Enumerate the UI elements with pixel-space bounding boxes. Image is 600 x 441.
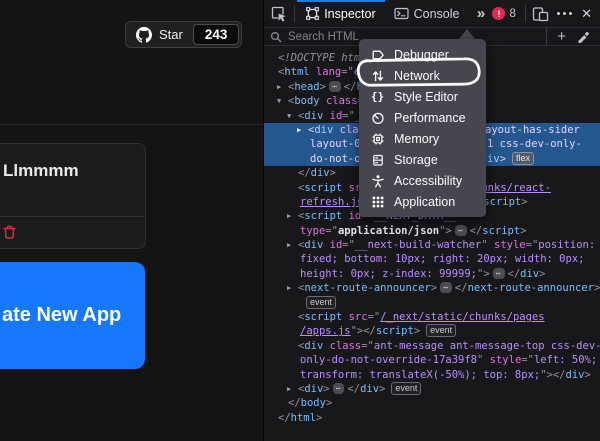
expand-arrow-icon[interactable]: ▶ — [297, 123, 301, 137]
menu-item-debugger[interactable]: Debugger — [359, 44, 486, 65]
search-icon — [270, 31, 282, 43]
expand-arrow-icon[interactable]: ▼ — [287, 109, 291, 123]
markup-node-line[interactable]: ▶<div id="__next-build-watcher" style="p… — [264, 238, 600, 252]
github-star-label: Star — [159, 27, 183, 42]
markup-node-line[interactable]: only-do-not-override-17a39f8" style="lef… — [264, 353, 600, 367]
close-devtools-icon[interactable]: ✕ — [576, 6, 600, 22]
add-node-button[interactable]: + — [550, 29, 573, 44]
app-card-footer — [0, 216, 145, 247]
menu-item-memory[interactable]: Memory — [359, 128, 486, 149]
pick-element-icon[interactable] — [267, 2, 291, 26]
inspector-icon — [306, 7, 319, 20]
app-card-title: Llmmmm — [0, 144, 145, 216]
menu-item-style-editor[interactable]: {} Style Editor — [359, 86, 486, 107]
menu-item-storage[interactable]: Storage — [359, 149, 486, 170]
error-count-badge[interactable]: ! 8 — [492, 7, 515, 20]
app-card: Llmmmm — [0, 143, 146, 249]
devtools-menu-icon[interactable] — [552, 2, 576, 26]
markup-node-line[interactable]: <script src="/_next/static/chunks/pages — [264, 310, 600, 324]
expand-arrow-icon[interactable]: ▼ — [277, 94, 281, 108]
more-tabs-button[interactable]: » — [468, 2, 492, 26]
github-star-left[interactable]: Star — [126, 22, 193, 47]
page-header-divider — [0, 124, 263, 125]
menu-item-network[interactable]: Network — [359, 65, 486, 86]
expand-arrow-icon[interactable]: ▶ — [287, 209, 291, 223]
markup-node-line[interactable]: ▶<div>⋯</div>event — [264, 382, 600, 396]
tab-console[interactable]: Console — [385, 0, 469, 28]
delete-trash-icon[interactable] — [3, 225, 16, 239]
markup-node-line[interactable]: </body> — [264, 396, 600, 410]
markup-node-line[interactable]: ▶<next-route-announcer>⋯</next-route-ann… — [264, 281, 600, 295]
application-icon — [370, 195, 385, 209]
expand-arrow-icon[interactable]: ▶ — [287, 238, 291, 252]
error-count: 8 — [509, 8, 515, 20]
menu-item-performance[interactable]: Performance — [359, 107, 486, 128]
menu-notch — [459, 29, 475, 39]
collapsed-content-pill[interactable]: ⋯ — [333, 383, 345, 394]
memory-icon — [370, 132, 385, 146]
performance-icon — [370, 111, 385, 125]
web-page: Star 243 Llmmmm ate New App — [0, 0, 263, 441]
markup-node-line[interactable]: </html> — [264, 411, 600, 425]
collapsed-content-pill[interactable]: ⋯ — [440, 282, 452, 293]
markup-node-line[interactable]: transform: translateX(-50%); top: 8px;">… — [264, 368, 600, 382]
storage-icon — [370, 153, 385, 167]
style-editor-icon: {} — [370, 90, 385, 103]
menu-item-accessibility[interactable]: Accessibility — [359, 170, 486, 191]
eyedropper-icon[interactable] — [573, 30, 594, 43]
markup-node-line[interactable]: height: 0px; z-index: 99999;">⋯</div> — [264, 267, 600, 281]
network-icon — [370, 69, 385, 83]
console-icon — [394, 7, 409, 20]
event-badge[interactable]: event — [306, 296, 336, 309]
markup-node-line[interactable]: fixed; bottom: 10px; right: 20px; width:… — [264, 252, 600, 266]
menu-item-application[interactable]: Application — [359, 191, 486, 212]
markup-node-line[interactable]: type="application/json">⋯</script> — [264, 224, 600, 238]
markup-node-line[interactable]: /apps.js"></script>event — [264, 324, 600, 338]
tab-inspector-label: Inspector — [324, 7, 375, 21]
event-badge[interactable]: event — [391, 382, 421, 395]
tab-inspector[interactable]: Inspector — [297, 0, 384, 28]
collapsed-content-pill[interactable]: ⋯ — [455, 225, 467, 236]
expand-arrow-icon[interactable]: ▶ — [277, 80, 281, 94]
responsive-design-mode-icon[interactable] — [528, 2, 552, 26]
markup-node-line[interactable]: <div class="ant-message ant-message-top … — [264, 339, 600, 353]
markup-node-line[interactable]: event — [264, 296, 600, 310]
more-tools-menu: Debugger Network {} Style Editor Perfo — [359, 39, 486, 217]
github-star-button[interactable]: Star 243 — [125, 21, 242, 48]
devtools-toolbar: Inspector Console » ! 8 — [264, 0, 600, 28]
search-separator — [546, 28, 547, 45]
debugger-icon — [370, 48, 385, 62]
flex-badge[interactable]: flex — [512, 152, 534, 165]
tab-console-label: Console — [414, 7, 460, 21]
event-badge[interactable]: event — [426, 324, 456, 337]
github-star-count[interactable]: 243 — [193, 24, 240, 45]
create-new-app-label: ate New App — [2, 304, 121, 327]
accessibility-icon — [370, 174, 385, 188]
devtools-panel: Inspector Console » ! 8 — [263, 0, 600, 441]
expand-arrow-icon[interactable]: ▶ — [287, 281, 291, 295]
expand-arrow-icon[interactable]: ▶ — [287, 382, 291, 396]
github-logo-icon — [136, 27, 152, 43]
collapsed-content-pill[interactable]: ⋯ — [493, 268, 505, 279]
error-icon: ! — [492, 7, 505, 20]
create-new-app-button[interactable]: ate New App — [0, 262, 145, 369]
collapsed-content-pill[interactable]: ⋯ — [329, 81, 341, 92]
